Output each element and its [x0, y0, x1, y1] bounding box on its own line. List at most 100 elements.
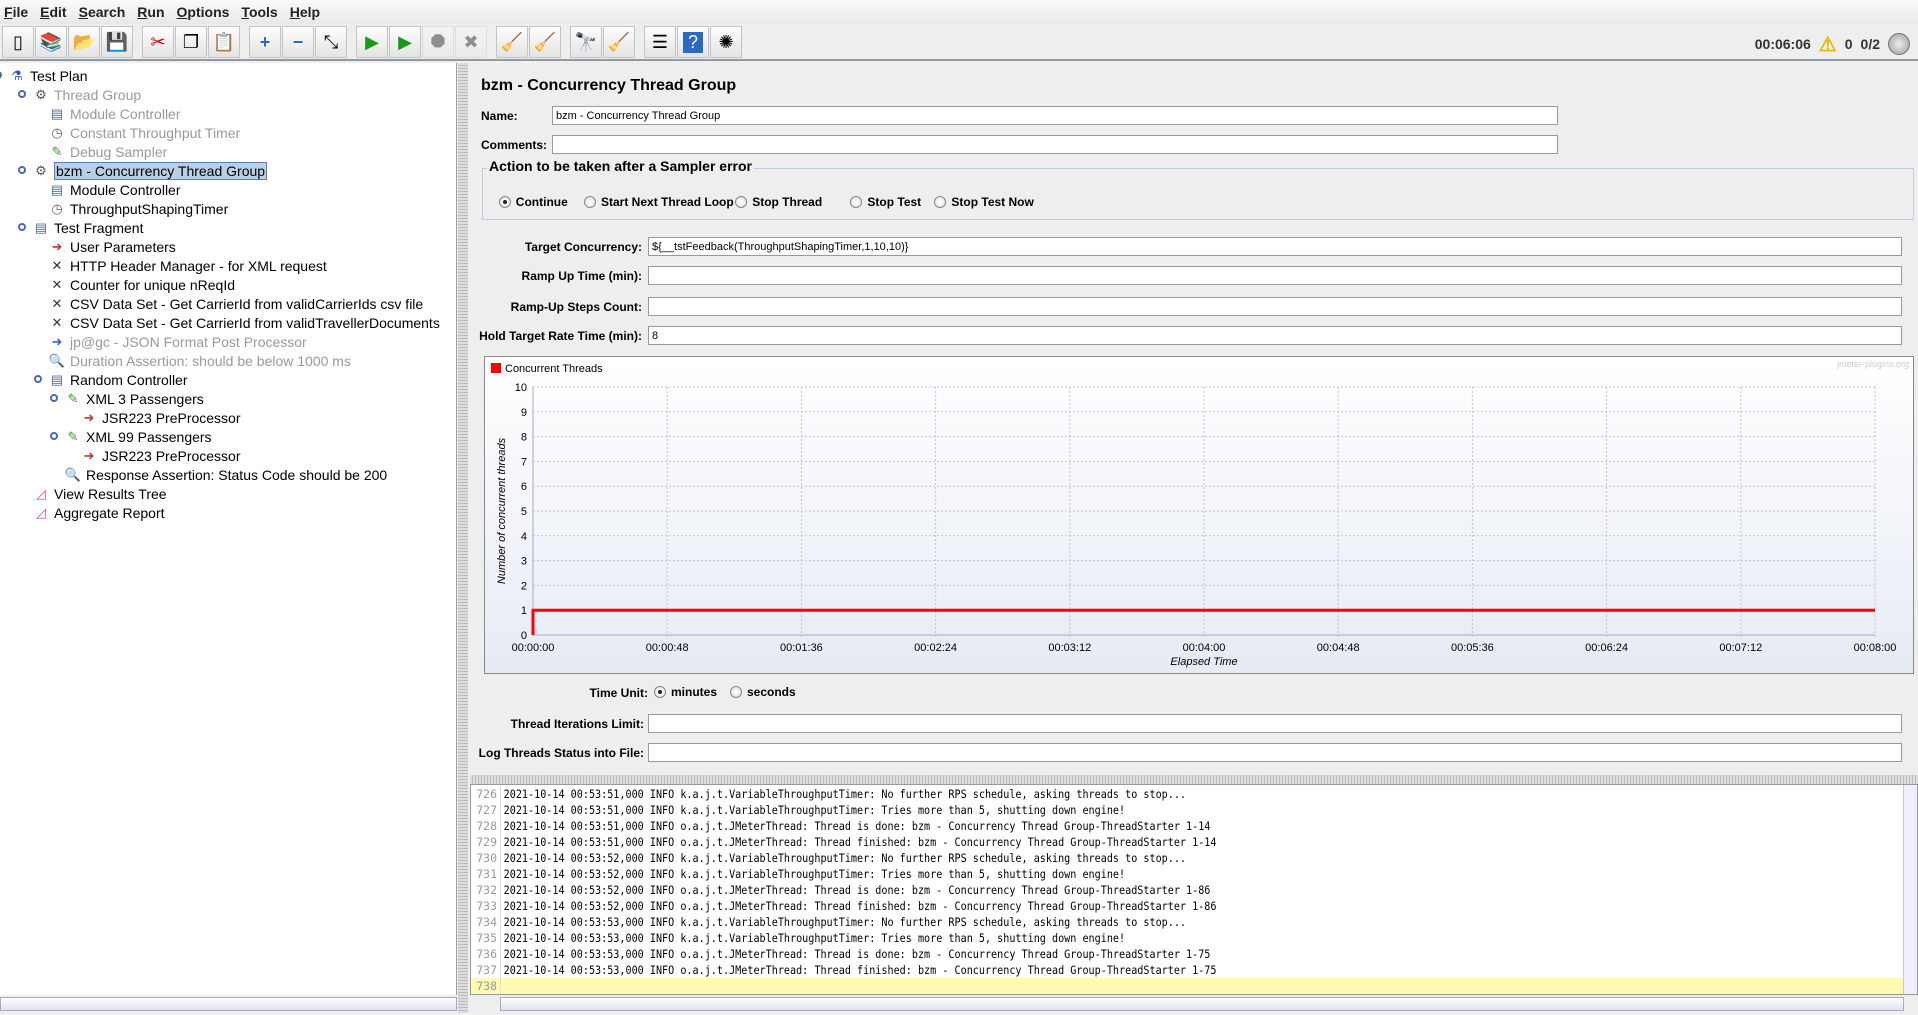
log-file-field[interactable] — [648, 743, 1902, 762]
tree-node[interactable]: ▤ Test Fragment — [32, 218, 144, 237]
tree-node[interactable]: ✕ HTTP Header Manager - for XML request — [48, 256, 327, 275]
tree-expand-handle[interactable] — [34, 375, 42, 383]
collapse-button[interactable]: − — [282, 26, 314, 58]
radio-button[interactable] — [934, 196, 947, 208]
help-button[interactable]: ? — [677, 26, 709, 58]
menu-edit[interactable]: Edit — [40, 4, 66, 20]
tree-expand-handle[interactable] — [0, 71, 2, 79]
name-field[interactable]: bzm - Concurrency Thread Group — [552, 106, 1558, 125]
iterations-label: Thread Iterations Limit: — [510, 717, 644, 731]
tree-node[interactable]: ⚗ Test Plan — [8, 66, 87, 85]
tree-expand-handle[interactable] — [50, 432, 58, 440]
x-tick-label: 00:06:24 — [1585, 642, 1628, 654]
tree-expand-handle[interactable] — [18, 166, 26, 174]
radio-stop-test-now[interactable]: Stop Test Now — [934, 195, 1034, 209]
tree-node[interactable]: ✕ CSV Data Set - Get CarrierId from valid… — [48, 313, 440, 332]
radio-button[interactable] — [735, 196, 748, 208]
clear-all-button[interactable]: 🧹 — [529, 26, 561, 58]
tree-node[interactable]: ✎ XML 3 Passengers — [64, 389, 204, 408]
tree-node[interactable]: ✎ XML 99 Passengers — [64, 427, 212, 446]
start-button[interactable]: ▶ — [356, 26, 388, 58]
tree-node[interactable]: ▤ Module Controller — [48, 180, 181, 199]
log-splitter[interactable] — [470, 775, 1918, 784]
start-no-pauses-button[interactable]: ▶ — [389, 26, 421, 58]
y-tick-label: 4 — [521, 531, 527, 543]
shutdown-button[interactable]: ✖ — [455, 26, 487, 58]
warning-icon[interactable]: ⚠ — [1819, 32, 1837, 57]
tree-node[interactable]: ▤ Module Controller — [48, 104, 181, 123]
comments-field[interactable] — [552, 135, 1558, 154]
log-line-number: 736 — [471, 946, 501, 962]
radio-button[interactable] — [584, 196, 596, 208]
expand-button[interactable]: + — [249, 26, 281, 58]
tree-node[interactable]: ⚙ bzm - Concurrency Thread Group — [32, 161, 268, 180]
remote-button[interactable]: ✺ — [710, 26, 742, 58]
reset-search-broom-button[interactable]: 🧹 — [603, 26, 635, 58]
radio-button[interactable] — [850, 196, 863, 208]
tree-node[interactable]: ⚙ Thread Group — [32, 85, 141, 104]
split-pane-divider[interactable] — [458, 63, 468, 1013]
radio-button[interactable] — [730, 686, 742, 698]
radio-minutes[interactable]: minutes — [654, 685, 717, 699]
menu-run[interactable]: Run — [137, 4, 164, 20]
copy-button[interactable]: ❐ — [175, 26, 207, 58]
tree-node[interactable]: ➜ JSR223 PreProcessor — [80, 408, 241, 427]
menu-help[interactable]: Help — [290, 4, 320, 20]
iterations-field[interactable] — [648, 714, 1902, 733]
open-button[interactable]: 📂 — [68, 26, 100, 58]
radio-stop-thread[interactable]: Stop Thread — [735, 195, 822, 209]
menu-tools[interactable]: Tools — [241, 4, 277, 20]
log-vertical-scrollbar[interactable] — [1903, 785, 1917, 994]
menu-file[interactable]: File — [4, 4, 28, 20]
search-binoculars-button[interactable]: 🔭 — [570, 26, 602, 58]
cut-button[interactable]: ✂ — [142, 26, 174, 58]
field-input[interactable] — [648, 266, 1902, 285]
clear-button[interactable]: 🧹 — [496, 26, 528, 58]
tree-node[interactable]: ✕ Counter for unique nReqId — [48, 275, 235, 294]
toggle-button[interactable]: ⤡ — [315, 26, 347, 58]
tree-expand-handle[interactable] — [18, 90, 26, 98]
menu-search[interactable]: Search — [79, 4, 126, 20]
paste-button[interactable]: 📋 — [208, 26, 240, 58]
tree-node-label: Constant Throughput Timer — [70, 124, 241, 141]
log-horizontal-scrollbar[interactable] — [500, 997, 1904, 1011]
tree-node[interactable]: ◿ View Results Tree — [32, 484, 167, 503]
copy-icon: ❐ — [182, 31, 200, 52]
templates-button[interactable]: 📚 — [35, 26, 67, 58]
radio-button[interactable] — [654, 686, 666, 698]
radio-continue[interactable]: Continue — [498, 195, 568, 209]
tree-node[interactable]: ✕ CSV Data Set - Get CarrierId from valid… — [48, 294, 424, 313]
y-tick-label: 7 — [521, 456, 527, 468]
tree-node[interactable]: ◷ Constant Throughput Timer — [48, 123, 240, 142]
radio-start-next-thread-loop[interactable]: Start Next Thread Loop — [584, 195, 734, 209]
tree-node[interactable]: 🔍 Response Assertion: Status Code should … — [64, 465, 387, 484]
tree-node[interactable]: ✎ Debug Sampler — [48, 142, 168, 161]
tree-node[interactable]: ◿ Aggregate Report — [32, 503, 165, 522]
radio-seconds[interactable]: seconds — [730, 685, 796, 699]
tree-node[interactable]: 🔍 Duration Assertion: should be below 100… — [48, 351, 351, 370]
tree-horizontal-scrollbar[interactable] — [0, 997, 457, 1011]
menu-options[interactable]: Options — [177, 4, 230, 20]
log-viewer[interactable]: 726 2021-10-14 00:53:51,000 INFO k.a.j.t.… — [470, 784, 1918, 995]
tree-node[interactable]: ➜ JSR223 PreProcessor — [80, 446, 241, 465]
field-input[interactable] — [648, 297, 1902, 316]
tree-node-label: ThroughputShapingTimer — [70, 200, 229, 217]
field-input[interactable]: ${__tstFeedback(ThroughputShapingTimer,1… — [648, 237, 1902, 256]
test-plan-tree[interactable]: ⚗ Test Plan ⚙ Thread Group ▤ Module Controlle… — [0, 63, 457, 995]
radio-button[interactable] — [498, 196, 511, 208]
tree-node[interactable]: ▤ Random Controller — [48, 370, 188, 389]
save-button[interactable]: 💾 — [101, 26, 133, 58]
tree-expand-handle[interactable] — [18, 223, 26, 231]
tree-node[interactable]: ◷ ThroughputShapingTimer — [48, 199, 228, 218]
log-line: 736 2021-10-14 00:53:53,000 INFO o.a.j.t.… — [471, 946, 1917, 962]
field-input[interactable]: 8 — [648, 326, 1902, 345]
tree-node[interactable]: ➜ jp@gc - JSON Format Post Processor — [48, 332, 307, 351]
function-helper-button[interactable]: ☰ — [644, 26, 676, 58]
radio-stop-test[interactable]: Stop Test — [850, 195, 921, 209]
log-line-text: 2021-10-14 00:53:53,000 INFO k.a.j.t.Var… — [503, 931, 1126, 945]
tree-node[interactable]: ➜ User Parameters — [48, 237, 176, 256]
remote-status-icon[interactable] — [1888, 33, 1910, 55]
new-button[interactable]: ▯ — [2, 26, 34, 58]
stop-button[interactable]: ⯃ — [422, 26, 454, 58]
tree-expand-handle[interactable] — [50, 394, 58, 402]
